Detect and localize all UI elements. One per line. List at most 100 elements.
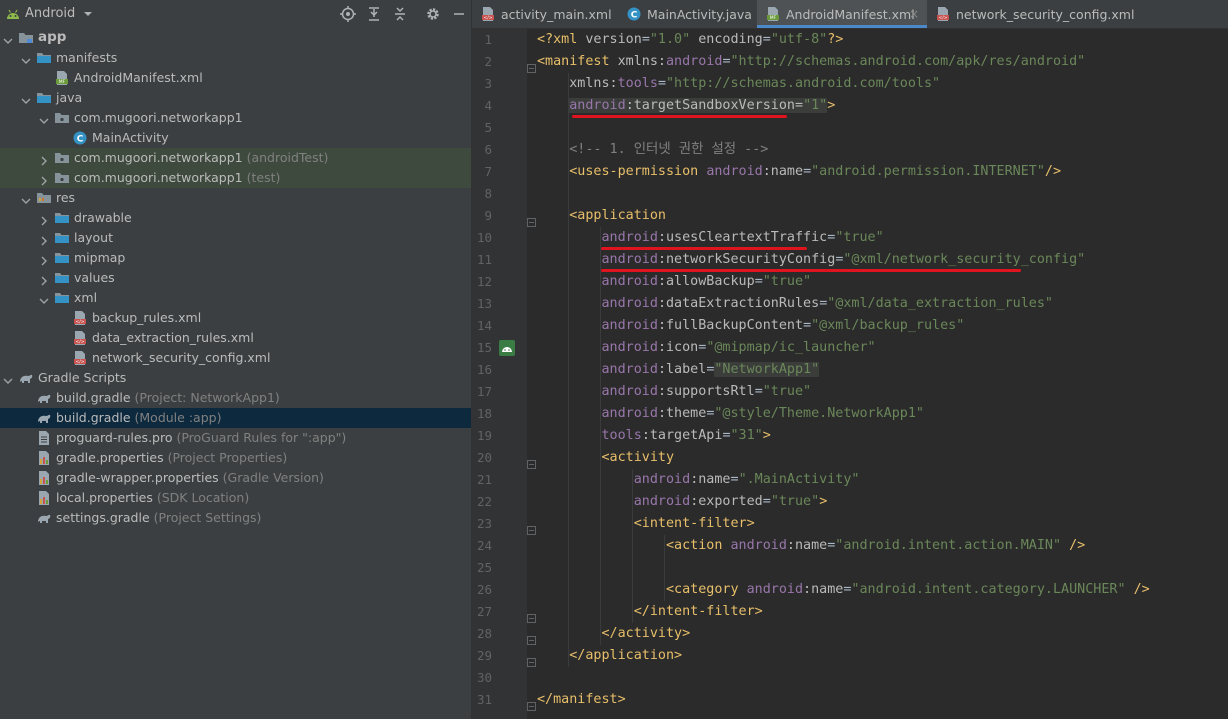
code-line[interactable]: android:icon="@mipmap/ic_launcher": [537, 337, 875, 359]
editor-gutter: 1 2 3 4 5 6 7 8 9 10 11 12 13 14 15 16 17 18 19 20 21 22 23 24 2…: [472, 29, 527, 719]
chevron-down-icon[interactable]: [2, 32, 14, 44]
code-line[interactable]: <manifest xmlns:android="http://schemas.…: [537, 51, 1085, 73]
project-view-selector[interactable]: Android: [25, 6, 75, 21]
code-token: />: [1044, 164, 1062, 179]
tree-item[interactable]: build.gradle (Project: NetworkApp1): [0, 388, 471, 408]
tree-item[interactable]: manifests: [0, 48, 471, 68]
code-line[interactable]: <intent-filter>: [537, 513, 755, 535]
code-line[interactable]: android:usesCleartextTraffic="true": [537, 227, 883, 249]
code-token: <!-- 1. 인터넷 권한 설정 -->: [537, 142, 769, 157]
expand-all-icon[interactable]: [366, 6, 382, 22]
code-line[interactable]: android:exported="true">: [537, 491, 828, 513]
code-line[interactable]: <action android:name="android.intent.act…: [537, 535, 1085, 557]
code-line[interactable]: tools:targetApi="31">: [537, 425, 770, 447]
code-line[interactable]: <application: [537, 205, 666, 227]
chevron-down-icon[interactable]: [20, 52, 32, 64]
tree-item[interactable]: Gradle Scripts: [0, 368, 471, 388]
tree-item[interactable]: MF AndroidManifest.xml: [0, 68, 471, 88]
tree-item[interactable]: java: [0, 88, 471, 108]
code-line[interactable]: <uses-permission android:name="android.p…: [537, 161, 1061, 183]
editor-tab[interactable]: </> network_security_config.xml: [927, 0, 1134, 28]
code-line[interactable]: </application>: [537, 645, 682, 667]
locate-icon[interactable]: [340, 6, 356, 22]
chevron-right-icon[interactable]: [38, 172, 50, 186]
project-panel: Android app manifests MF AndroidManifest.xm…: [0, 0, 471, 719]
tree-item[interactable]: proguard-rules.pro (ProGuard Rules for "…: [0, 428, 471, 448]
tree-item[interactable]: </> network_security_config.xml: [0, 348, 471, 368]
line-number: 12: [476, 274, 492, 289]
chevron-right-icon[interactable]: [38, 152, 50, 166]
launcher-icon-preview[interactable]: [499, 340, 515, 356]
tree-item[interactable]: build.gradle (Module :app): [0, 408, 471, 428]
tree-item[interactable]: mipmap: [0, 248, 471, 268]
fold-marker-icon[interactable]: [527, 652, 536, 667]
gear-icon[interactable]: [425, 6, 441, 22]
close-icon[interactable]: ×: [909, 7, 919, 21]
code-token: "android.permission.INTERNET": [811, 164, 1045, 179]
chevron-down-icon[interactable]: [38, 292, 50, 304]
indent-guide: [664, 535, 665, 601]
fold-marker-icon[interactable]: [527, 520, 536, 535]
tree-item[interactable]: res: [0, 188, 471, 208]
chevron-right-icon[interactable]: [38, 272, 50, 286]
code-line[interactable]: <category android:name="android.intent.c…: [537, 579, 1150, 601]
chevron-right-icon[interactable]: [38, 212, 50, 226]
code-line[interactable]: android:supportsRtl="true": [537, 381, 811, 403]
code-line[interactable]: <?xml version="1.0" encoding="utf-8"?>: [537, 29, 843, 51]
tree-item[interactable]: local.properties (SDK Location): [0, 488, 471, 508]
editor-tab[interactable]: </> activity_main.xml: [472, 0, 618, 28]
fold-marker-icon[interactable]: [527, 696, 536, 711]
tree-item[interactable]: xml: [0, 288, 471, 308]
fold-marker-icon[interactable]: [527, 630, 536, 645]
code-line[interactable]: </intent-filter>: [537, 601, 763, 623]
tree-item-text: Gradle Scripts: [38, 370, 127, 385]
minimize-icon[interactable]: [451, 6, 467, 22]
tree-item[interactable]: app: [0, 28, 471, 48]
line-number: 24: [476, 538, 492, 553]
code-line[interactable]: android:networkSecurityConfig="@xml/netw…: [537, 249, 1085, 271]
chevron-right-icon[interactable]: [38, 252, 50, 266]
code-line[interactable]: android:fullBackupContent="@xml/backup_r…: [537, 315, 964, 337]
tree-item[interactable]: </> backup_rules.xml: [0, 308, 471, 328]
tree-item[interactable]: gradle-wrapper.properties (Gradle Versio…: [0, 468, 471, 488]
chevron-down-icon[interactable]: [38, 112, 50, 124]
editor-tab[interactable]: C MainActivity.java: [618, 0, 757, 28]
code-token: android: [537, 252, 658, 267]
fold-marker-icon[interactable]: [527, 608, 536, 623]
code-line[interactable]: android:name=".MainActivity": [537, 469, 860, 491]
code-line[interactable]: </activity>: [537, 623, 690, 645]
chevron-down-icon[interactable]: [83, 7, 93, 21]
folder-icon: [54, 270, 70, 286]
chevron-down-icon[interactable]: [2, 372, 14, 384]
code-line[interactable]: <!-- 1. 인터넷 권한 설정 -->: [537, 139, 768, 161]
editor-tab[interactable]: MF AndroidManifest.xml ×: [757, 0, 927, 28]
code-line[interactable]: android:label="NetworkApp1": [537, 359, 820, 381]
code-line[interactable]: </manifest>: [537, 689, 626, 711]
fold-marker-icon[interactable]: [527, 58, 536, 73]
tree-item-text: res: [56, 190, 76, 205]
tree-item[interactable]: settings.gradle (Project Settings): [0, 508, 471, 528]
code-editor[interactable]: <?xml version="1.0" encoding="utf-8"?> <m…: [527, 29, 1228, 719]
tree-item[interactable]: com.mugoori.networkapp1 (test): [0, 168, 471, 188]
tree-item[interactable]: gradle.properties (Project Properties): [0, 448, 471, 468]
tree-item[interactable]: </> data_extraction_rules.xml: [0, 328, 471, 348]
code-line[interactable]: android:allowBackup="true": [537, 271, 811, 293]
tree-item[interactable]: layout: [0, 228, 471, 248]
code-line[interactable]: android:theme="@style/Theme.NetworkApp1": [537, 403, 924, 425]
tree-item[interactable]: values: [0, 268, 471, 288]
code-line[interactable]: android:dataExtractionRules="@xml/data_e…: [537, 293, 1053, 315]
chevron-down-icon[interactable]: [20, 192, 32, 204]
chevron-right-icon[interactable]: [38, 232, 50, 246]
code-line[interactable]: <activity: [537, 447, 674, 469]
tree-item[interactable]: C MainActivity: [0, 128, 471, 148]
fold-marker-icon[interactable]: [527, 454, 536, 469]
tree-item[interactable]: drawable: [0, 208, 471, 228]
tree-item[interactable]: com.mugoori.networkapp1 (androidTest): [0, 148, 471, 168]
code-line[interactable]: xmlns:tools="http://schemas.android.com/…: [537, 73, 940, 95]
tree-item[interactable]: com.mugoori.networkapp1: [0, 108, 471, 128]
fold-marker-icon[interactable]: [527, 212, 536, 227]
collapse-all-icon[interactable]: [392, 6, 408, 22]
code-line[interactable]: android:targetSandboxVersion="1">: [537, 95, 835, 117]
tree-item-text: build.gradle: [56, 410, 131, 425]
chevron-down-icon[interactable]: [20, 92, 32, 104]
